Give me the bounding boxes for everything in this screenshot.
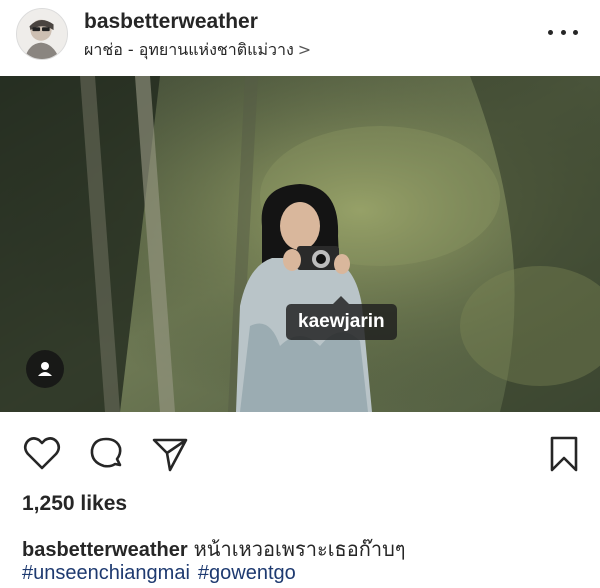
location-label: ผาช่อ - อุทยานแห่งชาติแม่วาง [84,40,294,59]
hashtags: #unseenchiangmai #gowentgo [22,562,304,585]
share-button[interactable] [150,434,190,474]
post-header: basbetterweather ผาช่อ - อุทยานแห่งชาติแ… [0,0,600,76]
user-tag-icon [38,362,52,376]
post-location[interactable]: ผาช่อ - อุทยานแห่งชาติแม่วาง > [84,38,311,63]
heart-icon [23,437,61,470]
avatar-image [17,9,67,59]
send-icon [152,438,188,472]
caption: basbetterweather หน้าเหวอเพราะเธอก๊าบๆ [22,533,406,565]
post-photo[interactable]: kaewjarin [0,76,600,412]
caption-text: หน้าเหวอเพราะเธอก๊าบๆ [193,537,406,561]
action-bar [0,412,600,488]
hashtag-link[interactable]: #gowentgo [198,562,296,584]
like-count[interactable]: 1,250 likes [22,492,127,516]
save-button[interactable] [544,434,584,474]
tagged-users-button[interactable] [26,350,64,388]
more-options-icon [548,29,553,35]
caption-username[interactable]: basbetterweather [22,539,188,561]
bookmark-icon [550,436,578,472]
comment-icon [90,437,122,468]
user-tag-label[interactable]: kaewjarin [286,296,397,340]
like-button[interactable] [22,434,62,474]
more-options-button[interactable] [548,22,578,42]
chevron-right-icon: > [297,40,312,59]
photo-image [0,76,600,412]
avatar[interactable] [16,8,68,60]
post-username[interactable]: basbetterweather [84,10,258,34]
comment-button[interactable] [86,434,126,474]
hashtag-link[interactable]: #unseenchiangmai [22,562,190,584]
